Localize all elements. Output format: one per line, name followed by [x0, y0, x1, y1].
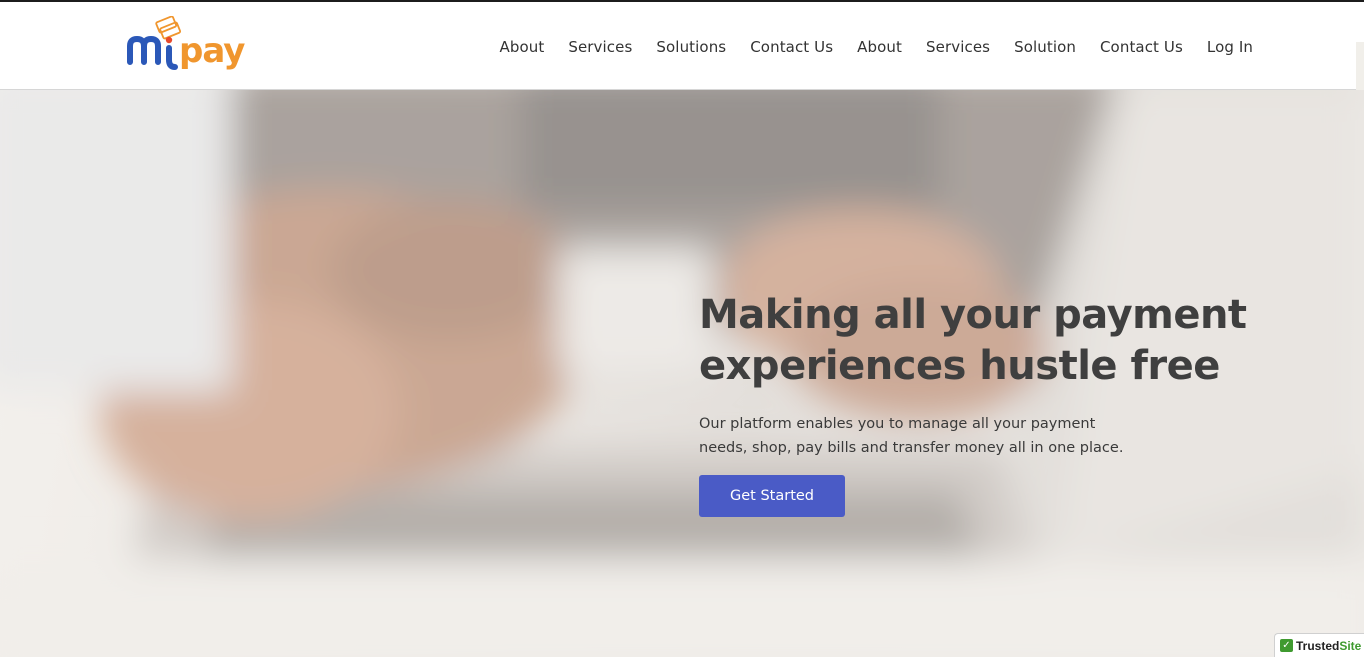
checkmark-icon: ✓ — [1280, 639, 1293, 652]
nav-link-solution[interactable]: Solution — [1014, 38, 1076, 56]
svg-text:pay: pay — [179, 31, 245, 71]
hero-title-line-2: experiences hustle free — [699, 343, 1220, 389]
get-started-button[interactable]: Get Started — [699, 475, 845, 517]
nav-link-solutions[interactable]: Solutions — [656, 38, 726, 56]
mipay-logo[interactable]: pay — [127, 16, 257, 78]
cards-icon — [155, 16, 182, 40]
nav-link-contact-us-2[interactable]: Contact Us — [1100, 38, 1183, 56]
hero-description-line-2: needs, shop, pay bills and transfer mone… — [699, 440, 1124, 456]
hero-title: Making all your payment experiences hust… — [699, 290, 1319, 392]
scroll-gutter — [1356, 2, 1364, 42]
hero-section: Making all your payment experiences hust… — [0, 90, 1364, 657]
hero-description-line-1: Our platform enables you to manage all y… — [699, 416, 1096, 432]
nav-link-services[interactable]: Services — [568, 38, 632, 56]
trustedsite-label: TrustedSite — [1296, 638, 1362, 653]
main-nav: About Services Solutions Contact Us Abou… — [499, 38, 1253, 56]
hero-title-line-1: Making all your payment — [699, 292, 1247, 338]
site-header: pay About Services Solutions Contact Us … — [0, 2, 1356, 90]
nav-link-about[interactable]: About — [499, 38, 544, 56]
nav-link-about-2[interactable]: About — [857, 38, 902, 56]
trustedsite-badge[interactable]: ✓ TrustedSite — [1274, 633, 1364, 657]
hero-description: Our platform enables you to manage all y… — [699, 412, 1139, 460]
nav-link-contact-us[interactable]: Contact Us — [750, 38, 833, 56]
nav-link-log-in[interactable]: Log In — [1207, 38, 1253, 56]
nav-link-services-2[interactable]: Services — [926, 38, 990, 56]
